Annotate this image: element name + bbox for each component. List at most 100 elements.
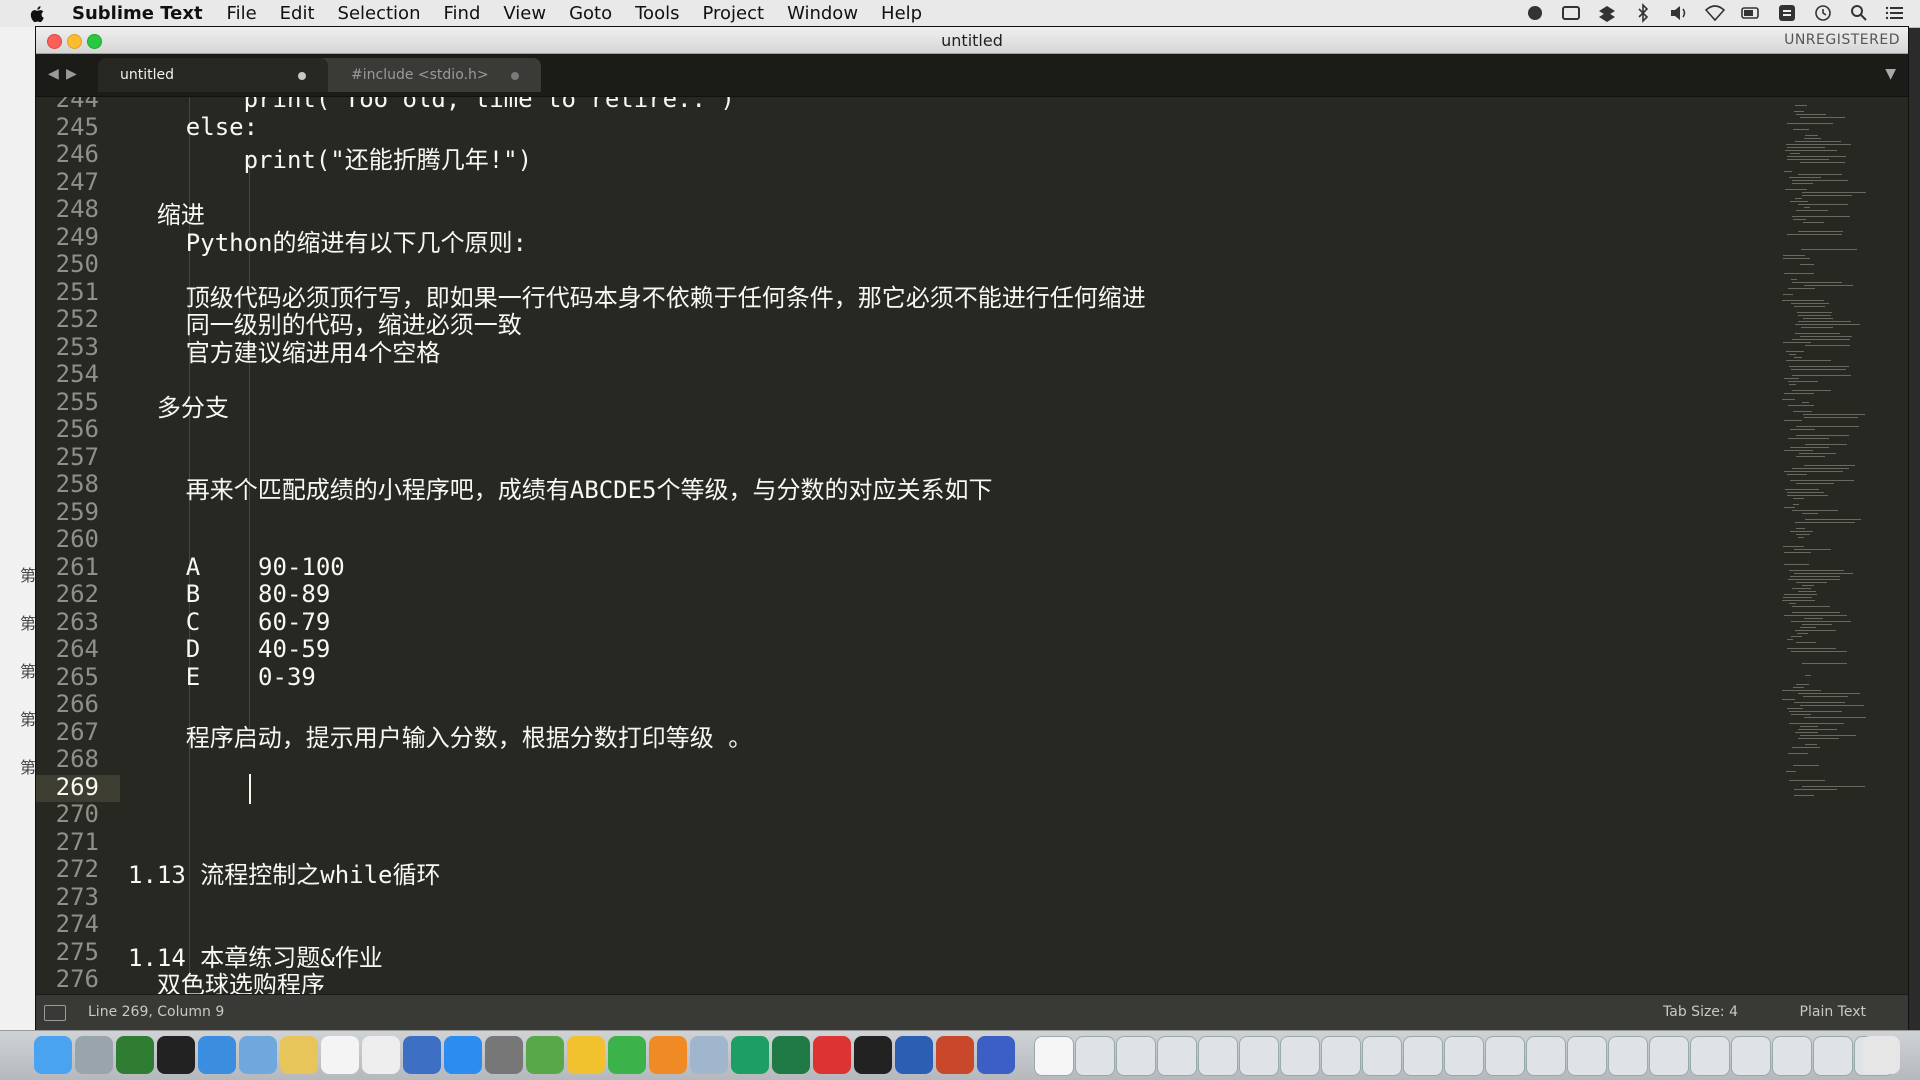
line-number: 244: [55, 97, 99, 113]
minimized-window-dock-icon[interactable]: [1567, 1036, 1607, 1076]
sublime-tray-icon[interactable]: [1776, 3, 1798, 23]
dropbox-icon[interactable]: [1596, 3, 1618, 23]
minimized-window-dock-icon[interactable]: [1444, 1036, 1484, 1076]
minimized-window-dock-icon[interactable]: [1731, 1036, 1771, 1076]
bluetooth-icon[interactable]: [1632, 3, 1654, 23]
minimap-line: [1788, 753, 1808, 754]
finder-dock-icon[interactable]: [34, 1036, 72, 1074]
unsaved-dot-icon[interactable]: [511, 72, 519, 80]
minimized-window-dock-icon[interactable]: [1813, 1036, 1853, 1076]
minimized-window-dock-icon[interactable]: [1075, 1036, 1115, 1076]
xmind-dock-icon[interactable]: [813, 1036, 851, 1074]
screen-record-icon[interactable]: [1560, 3, 1582, 23]
tab-forward-arrow-icon[interactable]: ▶: [66, 66, 77, 82]
sublime-text-dock-icon[interactable]: [649, 1036, 687, 1074]
keynote-dock-icon[interactable]: [403, 1036, 441, 1074]
menu-view[interactable]: View: [503, 3, 546, 24]
app-menu[interactable]: Sublime Text: [72, 3, 203, 24]
minimized-window-dock-icon[interactable]: [1280, 1036, 1320, 1076]
title-bar[interactable]: untitled UNREGISTERED: [36, 27, 1908, 54]
minimap-line: [1790, 153, 1800, 154]
launchpad-dock-icon[interactable]: [75, 1036, 113, 1074]
pycharm-ce-dock-icon[interactable]: [731, 1036, 769, 1074]
panel-toggle-icon[interactable]: [44, 1005, 66, 1021]
documents-folder-dock-icon[interactable]: [1034, 1036, 1074, 1076]
minimap[interactable]: [1774, 97, 1908, 995]
menu-edit[interactable]: Edit: [280, 3, 315, 24]
word-dock-icon[interactable]: [895, 1036, 933, 1074]
minimap-line: [1784, 552, 1811, 553]
menu-help[interactable]: Help: [881, 3, 922, 24]
trash-dock-icon[interactable]: [1862, 1036, 1900, 1074]
menu-find[interactable]: Find: [443, 3, 480, 24]
minimized-window-dock-icon[interactable]: [1198, 1036, 1238, 1076]
minimized-window-dock-icon[interactable]: [1116, 1036, 1156, 1076]
textedit-dock-icon[interactable]: [362, 1036, 400, 1074]
line-number: 252: [55, 305, 99, 333]
tab-back-arrow-icon[interactable]: ◀: [48, 66, 59, 82]
minimap-line: [1795, 324, 1860, 325]
minimized-window-dock-icon[interactable]: [1403, 1036, 1443, 1076]
wifi-icon[interactable]: [1704, 3, 1726, 23]
menu-file[interactable]: File: [227, 3, 257, 24]
minimap-line: [1798, 738, 1839, 739]
excel-dock-icon[interactable]: [772, 1036, 810, 1074]
minimized-window-dock-icon[interactable]: [1239, 1036, 1279, 1076]
app-store-dock-icon[interactable]: [444, 1036, 482, 1074]
minimized-window-dock-icon[interactable]: [1362, 1036, 1402, 1076]
minimap-line: [1784, 507, 1795, 508]
qq-dock-icon[interactable]: [854, 1036, 892, 1074]
minimap-line: [1797, 312, 1832, 313]
minimized-window-dock-icon[interactable]: [1485, 1036, 1525, 1076]
menu-selection[interactable]: Selection: [338, 3, 421, 24]
safari-dock-icon[interactable]: [198, 1036, 236, 1074]
pycharm-dock-icon[interactable]: [116, 1036, 154, 1074]
tab-untitled[interactable]: untitled: [98, 58, 328, 92]
spotlight-search-icon[interactable]: [1848, 3, 1870, 23]
tweetbot-dock-icon[interactable]: [977, 1036, 1015, 1074]
minimized-window-dock-icon[interactable]: [1321, 1036, 1361, 1076]
minimap-line: [1788, 405, 1814, 406]
wechat-dock-icon[interactable]: [608, 1036, 646, 1074]
minimap-line: [1801, 249, 1857, 250]
minimap-line: [1795, 333, 1840, 334]
calendar-dock-icon[interactable]: [321, 1036, 359, 1074]
menu-project[interactable]: Project: [702, 3, 764, 24]
tab-size-selector[interactable]: Tab Size: 4: [1663, 1004, 1738, 1020]
tab-include-stdio[interactable]: #include <stdio.h>: [311, 58, 541, 92]
status-bar: Line 269, Column 9 Tab Size: 4 Plain Tex…: [36, 994, 1908, 1031]
minimap-line: [1784, 615, 1847, 616]
chrome-dock-icon[interactable]: [567, 1036, 605, 1074]
tab-bar: ◀ ▶ #include <stdio.h> untitled ▼: [36, 54, 1908, 97]
preview-dock-icon[interactable]: [239, 1036, 277, 1074]
minimized-window-dock-icon[interactable]: [1526, 1036, 1566, 1076]
screenshot-dock-icon[interactable]: [690, 1036, 728, 1074]
minimized-window-dock-icon[interactable]: [1690, 1036, 1730, 1076]
notes-dock-icon[interactable]: [280, 1036, 318, 1074]
minimap-line: [1787, 234, 1842, 235]
menu-tools[interactable]: Tools: [635, 3, 679, 24]
syntax-selector[interactable]: Plain Text: [1800, 1004, 1866, 1020]
menu-window[interactable]: Window: [787, 3, 858, 24]
battery-icon[interactable]: [1740, 3, 1762, 23]
minimized-window-dock-icon[interactable]: [1649, 1036, 1689, 1076]
minimap-line: [1796, 582, 1827, 583]
system-preferences-dock-icon[interactable]: [485, 1036, 523, 1074]
apple-icon[interactable]: [28, 4, 48, 24]
background-text: 第: [20, 662, 37, 681]
notification-center-icon[interactable]: [1884, 3, 1906, 23]
terminal-dock-icon[interactable]: [157, 1036, 195, 1074]
tab-overflow-chevron-icon[interactable]: ▼: [1885, 66, 1896, 82]
powerpoint-dock-icon[interactable]: [936, 1036, 974, 1074]
minimized-window-dock-icon[interactable]: [1772, 1036, 1812, 1076]
evernote-icon[interactable]: [1524, 3, 1546, 23]
volume-icon[interactable]: [1668, 3, 1690, 23]
menu-goto[interactable]: Goto: [569, 3, 612, 24]
text-editor[interactable]: 244 245 246 247 248 249 250 251 252 253 254 255 256 2…: [36, 97, 1774, 995]
minimized-window-dock-icon[interactable]: [1157, 1036, 1197, 1076]
minimized-window-dock-icon[interactable]: [1608, 1036, 1648, 1076]
minimap-line: [1805, 135, 1818, 136]
unsaved-dot-icon[interactable]: [298, 72, 306, 80]
clock-icon[interactable]: [1812, 3, 1834, 23]
numbers-dock-icon[interactable]: [526, 1036, 564, 1074]
